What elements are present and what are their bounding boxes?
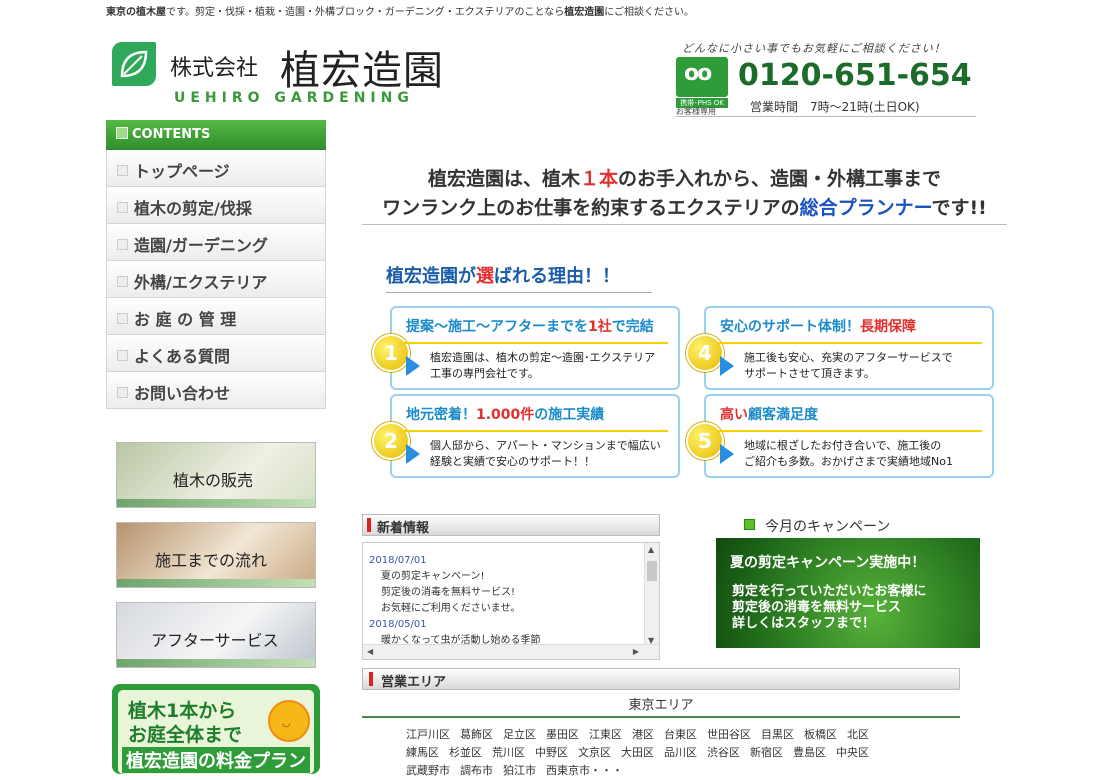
site-logo[interactable]: 株式会社 植宏造園 UEHIRO GARDENING — [108, 38, 453, 110]
plan-line2: お庭全体まで — [128, 724, 243, 746]
customer-only-label: お客様専用 — [676, 107, 716, 116]
banner-price-plan[interactable]: 植木1本から お庭全体まで 植宏造園の料金プラン ◡ — [112, 684, 320, 774]
arrow-right-icon — [406, 444, 420, 464]
banner-process-flow[interactable]: 施工までの流れ — [116, 522, 316, 588]
arrow-right-icon — [406, 356, 420, 376]
header-tagline: 東京の植木屋です。剪定・伐採・植栽・造園・外構ブロック・ガーデニング・エクステリ… — [106, 7, 695, 18]
plan-line3: 植宏造園の料金プラン — [122, 747, 310, 773]
scroll-right-icon[interactable]: ▶ — [633, 647, 639, 656]
square-icon — [116, 127, 128, 139]
news-line: 夏の剪定キャンペーン! — [381, 571, 485, 582]
area-row: 武蔵野市 調布市 狛江市 西東京市・・・ — [406, 764, 623, 777]
sidebar-item-top[interactable]: トップページ — [106, 150, 326, 187]
main-headline: 植宏造園は、植木１本のお手入れから、造園・外構工事まで ワンランク上のお仕事を約… — [362, 160, 1007, 225]
reason-number: 1 — [372, 334, 410, 372]
scroll-up-icon[interactable]: ▲ — [648, 545, 654, 554]
campaign-label: 今月のキャンペーン — [744, 516, 890, 536]
news-line: 剪定後の消毒を無料サービス! — [381, 587, 516, 598]
campaign-text: 剪定を行っていただいたお客様に 剪定後の消毒を無料サービス 詳しくはスタッフまで！ — [732, 584, 927, 631]
reasons-title: 植宏造園が選ばれる理由！！ — [386, 262, 652, 293]
bullet-icon — [117, 350, 128, 361]
news-date[interactable]: 2018/07/01 — [369, 553, 659, 569]
bullet-icon — [117, 276, 128, 287]
freedial-icon: oo — [676, 57, 728, 97]
horizontal-scrollbar[interactable]: ◀ ▶ — [363, 644, 659, 659]
area-row: 江戸川区 葛飾区 足立区 墨田区 江東区 港区 台東区 世田谷区 目黒区 板橋区 北区 — [406, 728, 869, 741]
area-tokyo-title: 東京エリア — [362, 694, 960, 718]
area-row: 練馬区 杉並区 荒川区 中野区 文京区 大田区 品川区 渋谷区 新宿区 豊島区 中央区 — [406, 746, 869, 759]
reason-card: 1 提案～施工～アフターまでを1社で完結 植宏造園は、植木の剪定～造園･エクステ… — [372, 306, 680, 390]
logo-english: UEHIRO GARDENING — [174, 90, 414, 106]
area-header: 営業エリア — [362, 668, 960, 690]
logo-name: 植宏造園 — [280, 48, 444, 94]
leaf-icon — [112, 42, 156, 86]
news-date[interactable]: 2018/05/01 — [369, 617, 659, 633]
arrow-right-icon — [720, 356, 734, 376]
reason-number: 4 — [686, 334, 724, 372]
banner-tree-sales[interactable]: 植木の販売 — [116, 442, 316, 508]
reason-card: 2 地元密着！1.000件の施工実績 個人邸から、アパート・マンションまで幅広い… — [372, 394, 680, 478]
news-header: 新着情報 — [362, 514, 660, 536]
phone-tagline: どんなに小さい事でもお気軽にご相談ください！ — [682, 42, 946, 55]
scroll-left-icon[interactable]: ◀ — [367, 647, 373, 656]
bullet-icon — [117, 313, 128, 324]
campaign-banner[interactable]: 夏の剪定キャンペーン実施中！ 剪定を行っていただいたお客様に 剪定後の消毒を無料サ… — [716, 538, 980, 648]
scrollbar-thumb[interactable] — [647, 561, 657, 581]
sidebar-item-contact[interactable]: お問い合わせ — [106, 372, 326, 409]
bullet-icon — [117, 202, 128, 213]
arrow-right-icon — [720, 444, 734, 464]
news-line: お気軽にご利用くださいませ。 — [381, 603, 521, 614]
reason-card: 4 安心のサポート体制！長期保障 施工後も安心、充実のアフターサービスで サポート… — [686, 306, 994, 390]
reason-number: 5 — [686, 422, 724, 460]
sidebar-item-gardening[interactable]: 造園/ガーデニング — [106, 224, 326, 261]
sidebar-item-garden-care[interactable]: お 庭 の 管 理 — [106, 298, 326, 335]
contact-phone: どんなに小さい事でもお気軽にご相談ください！ oo 携帯･PHS OK お客様専… — [676, 38, 976, 117]
news-list[interactable]: 2018/07/01 夏の剪定キャンペーン! 剪定後の消毒を無料サービス! お気… — [362, 542, 660, 660]
sidebar-item-pruning[interactable]: 植木の剪定/伐採 — [106, 187, 326, 224]
reason-card: 5 高い顧客満足度 地域に根ざしたお付き合いで、施工後の ご紹介も多数。おかげさま… — [686, 394, 994, 478]
contents-header: CONTENTS — [106, 120, 326, 150]
phone-number[interactable]: 0120-651-654 — [738, 58, 972, 93]
sidebar-item-exterior[interactable]: 外構/エクステリア — [106, 261, 326, 298]
vertical-scrollbar[interactable]: ▲ ▼ — [644, 543, 659, 647]
sidebar-nav: トップページ 植木の剪定/伐採 造園/ガーデニング 外構/エクステリア お 庭 … — [106, 150, 326, 409]
bullet-icon — [117, 387, 128, 398]
square-icon — [744, 519, 755, 530]
banner-after-service[interactable]: アフターサービス — [116, 602, 316, 668]
bullet-icon — [117, 239, 128, 250]
logo-company: 株式会社 — [170, 56, 259, 81]
campaign-title: 夏の剪定キャンペーン実施中！ — [730, 555, 926, 571]
bullet-icon — [117, 165, 128, 176]
sidebar-item-faq[interactable]: よくある質問 — [106, 335, 326, 372]
reason-number: 2 — [372, 422, 410, 460]
sun-icon: ◡ — [268, 700, 310, 742]
business-hours: 営業時間 7時～21時(土日OK) — [750, 100, 920, 114]
plan-line1: 植木1本から — [128, 700, 237, 722]
